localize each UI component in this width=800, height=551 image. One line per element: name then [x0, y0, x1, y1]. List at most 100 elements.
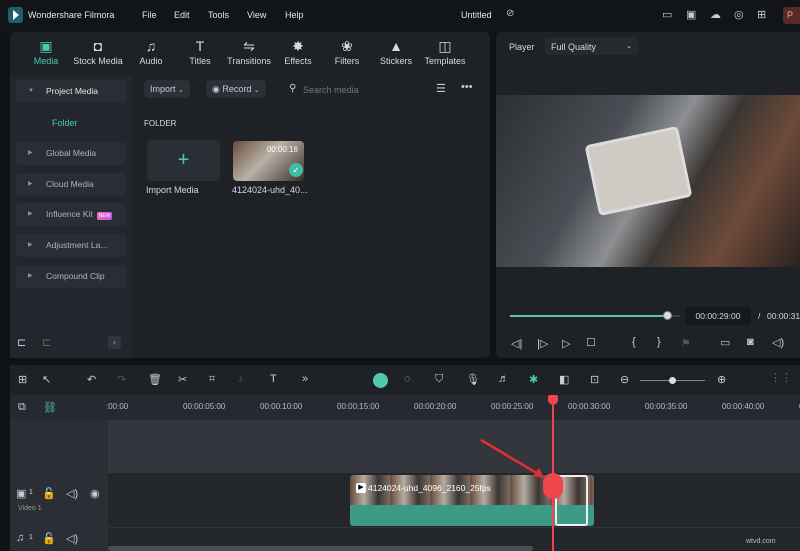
- playhead-handle[interactable]: [548, 395, 558, 405]
- headset-icon[interactable]: ◎: [734, 8, 744, 21]
- ruler-tick-label: 00:00:20:00: [414, 402, 457, 411]
- apps-grid-icon[interactable]: ⊞: [757, 8, 766, 21]
- ruler-tick-label: 00:00:35:00: [645, 402, 688, 411]
- sidebar-folder[interactable]: Folder: [52, 118, 78, 128]
- menu-tools[interactable]: Tools: [208, 10, 229, 20]
- play-icon[interactable]: ▷: [562, 337, 570, 350]
- media-icon: ▣: [39, 38, 53, 54]
- purchase-button[interactable]: P: [783, 7, 800, 24]
- tab-audio[interactable]: ♫ Audio: [126, 38, 176, 66]
- more-tools-icon[interactable]: »: [302, 373, 308, 385]
- ai-tools-icon[interactable]: ✱: [529, 373, 538, 386]
- timeline-settings-icon[interactable]: ◧: [559, 373, 569, 386]
- empty-track-area: [108, 420, 800, 473]
- sidebar-item-cloud-media[interactable]: ▶ Cloud Media: [16, 173, 126, 196]
- import-media-button[interactable]: +: [147, 140, 220, 181]
- quality-dropdown[interactable]: Full Quality ⌄: [545, 37, 638, 55]
- sidebar-item-project-media[interactable]: ▼ Project Media: [16, 80, 126, 103]
- zoom-in-icon[interactable]: ⊕: [717, 373, 726, 386]
- timeline-zoom-slider[interactable]: [640, 377, 705, 384]
- microphone-icon[interactable]: 🎙: [466, 373, 480, 386]
- more-options-icon[interactable]: •••: [461, 81, 473, 93]
- insert-marker-icon[interactable]: ⚑: [681, 337, 691, 350]
- filter-sort-icon[interactable]: ☰: [436, 82, 446, 95]
- menu-view[interactable]: View: [247, 10, 266, 20]
- zoom-out-icon[interactable]: ⊖: [620, 373, 629, 386]
- mute-audio-track-icon[interactable]: ◁): [66, 532, 78, 545]
- lock-audio-track-icon[interactable]: 🔓: [42, 532, 56, 545]
- add-text-icon[interactable]: T: [270, 373, 277, 385]
- playback-progress-track[interactable]: [510, 311, 680, 320]
- tab-stickers[interactable]: ▲ Stickers: [371, 38, 421, 66]
- ruler-tick-label: 00:00:25:00: [491, 402, 534, 411]
- tab-media[interactable]: ▣ Media: [21, 38, 71, 66]
- import-dropdown[interactable]: Import ⌄: [144, 80, 190, 98]
- menu-file[interactable]: File: [142, 10, 157, 20]
- ruler-tick-label: 00:00:10:00: [260, 402, 303, 411]
- next-frame-icon[interactable]: |▷: [537, 337, 548, 350]
- sidebar-item-influence-kit[interactable]: ▶ Influence Kit NEW: [16, 203, 126, 226]
- previous-frame-icon[interactable]: ◁|: [511, 337, 522, 350]
- render-preview-icon[interactable]: ◌: [404, 373, 411, 385]
- tab-effects[interactable]: ✸ Effects: [273, 38, 323, 66]
- redo-icon[interactable]: ↷: [117, 373, 126, 386]
- tab-stock-media[interactable]: ◘ Stock Media: [73, 38, 123, 66]
- undo-icon[interactable]: ↶: [87, 373, 96, 386]
- timeline-horizontal-scrollbar[interactable]: [108, 546, 533, 551]
- check-icon: ✓: [289, 163, 303, 177]
- sidebar-item-adjustment-layer[interactable]: ▶ Adjustment La...: [16, 234, 126, 257]
- lock-track-icon[interactable]: 🔓: [42, 487, 56, 500]
- mark-in-icon[interactable]: {: [632, 336, 636, 348]
- volume-icon[interactable]: ◁): [772, 336, 784, 349]
- fit-timeline-icon[interactable]: ⊡: [590, 373, 599, 386]
- marker-icon[interactable]: ⛉: [435, 373, 443, 386]
- mark-out-icon[interactable]: }: [657, 336, 661, 348]
- templates-icon: ◫: [438, 38, 452, 54]
- link-icon[interactable]: ⛓: [43, 401, 57, 414]
- tab-titles[interactable]: T Titles: [175, 38, 225, 66]
- eye-visibility-icon[interactable]: ◉: [90, 487, 100, 500]
- audio-mix-icon[interactable]: ♬: [498, 373, 509, 385]
- current-time-display[interactable]: 00:00:29:00: [685, 307, 751, 325]
- tab-filters[interactable]: ❀ Filters: [322, 38, 372, 66]
- sidebar-item-compound-clip[interactable]: ▶ Compound Clip: [16, 265, 126, 288]
- player-label: Player: [509, 42, 535, 52]
- delete-icon[interactable]: 🗑: [148, 373, 162, 386]
- new-folder-icon[interactable]: ⊏: [17, 336, 26, 349]
- menu-help[interactable]: Help: [285, 10, 304, 20]
- save-icon[interactable]: ▣: [686, 8, 696, 21]
- clip-duration: 00:00:16: [266, 145, 298, 154]
- record-dropdown[interactable]: ◉ Record ⌄: [206, 80, 266, 98]
- menu-edit[interactable]: Edit: [174, 10, 190, 20]
- cloud-upload-icon[interactable]: ☁: [710, 8, 721, 21]
- ai-copilot-icon[interactable]: [373, 373, 388, 388]
- video-preview[interactable]: [496, 95, 800, 267]
- split-scissors-icon[interactable]: ✂: [178, 373, 187, 386]
- tab-transitions[interactable]: ⇋ Transitions: [224, 38, 274, 66]
- media-clip-thumbnail[interactable]: 00:00:16 ✓: [233, 141, 304, 181]
- ruler-tick-label: 00:00:05:00: [183, 402, 226, 411]
- audio-detach-icon[interactable]: ♪: [238, 373, 244, 385]
- clip-play-icon: ▶: [356, 483, 366, 493]
- layout-icon[interactable]: ▭: [662, 8, 672, 21]
- select-pointer-icon[interactable]: ↖: [42, 373, 51, 386]
- panel-grip-icon[interactable]: ⋮⋮: [770, 371, 792, 384]
- search-media-input[interactable]: [303, 82, 423, 97]
- crop-icon[interactable]: ⌗: [209, 373, 215, 386]
- track-headers: [10, 420, 108, 551]
- collapse-sidebar-button[interactable]: ‹: [108, 336, 121, 349]
- layout-grid-icon[interactable]: ⊞: [18, 373, 27, 386]
- stop-icon[interactable]: ☐: [586, 336, 596, 349]
- mute-track-icon[interactable]: ◁): [66, 487, 78, 500]
- document-title: Untitled: [461, 10, 492, 20]
- sidebar-item-global-media[interactable]: ▶ Global Media: [16, 142, 126, 165]
- watermark: wtvd.com: [746, 538, 776, 545]
- snapshot-camera-icon[interactable]: ◙: [747, 336, 754, 348]
- video-track-number: 1: [29, 489, 33, 496]
- delete-folder-icon[interactable]: ⊏: [42, 336, 51, 349]
- add-track-icon[interactable]: ⧉: [18, 401, 26, 414]
- search-icon: ⚲: [289, 83, 297, 94]
- zoom-slider-handle[interactable]: [669, 377, 676, 384]
- display-settings-icon[interactable]: ▭: [720, 336, 730, 349]
- tab-templates[interactable]: ◫ Templates: [420, 38, 470, 66]
